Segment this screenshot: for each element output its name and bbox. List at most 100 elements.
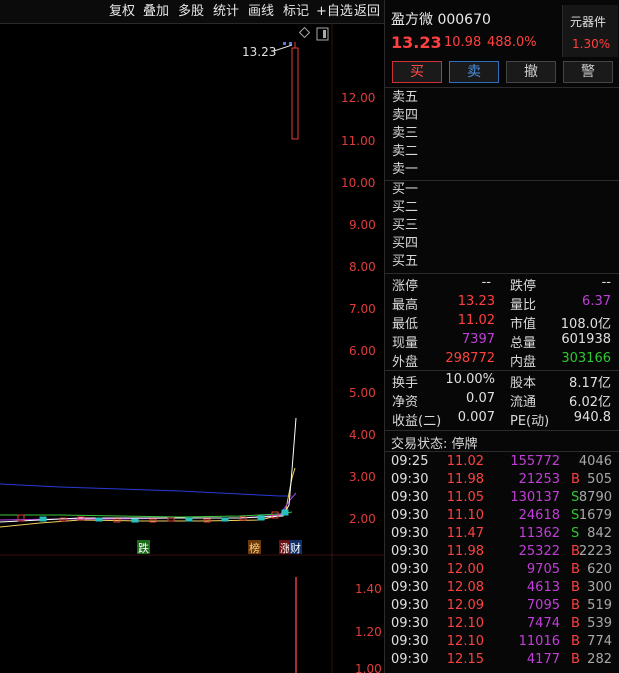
ma-line-green: [0, 511, 293, 518]
tick-time: 09:30: [391, 562, 429, 577]
limit-up-label: 涨停: [392, 279, 419, 294]
tick-volume: 155772: [510, 454, 560, 469]
event-marker-fall[interactable]: 跌: [137, 540, 150, 555]
tick-side: B: [571, 616, 580, 631]
candle: [257, 515, 265, 521]
tick-volume: 25322: [518, 544, 560, 559]
sector-name: 元器件: [570, 15, 607, 29]
y-tick-label: 7.00: [349, 302, 376, 316]
toolbar-restore-rights[interactable]: 复权: [109, 4, 135, 20]
toolbar-multi-stock[interactable]: 多股: [178, 4, 204, 20]
divider: [385, 451, 619, 452]
tick-row: 09:30 12.08 4613 B 300: [385, 580, 619, 598]
kline-chart[interactable]: 12.00 11.00 10.00 9.00 8.00 7.00 6.00 5.…: [0, 24, 384, 673]
divider: [385, 370, 619, 371]
toolbar-add-watchlist[interactable]: +自选: [316, 4, 353, 20]
tick-count: 282: [587, 652, 612, 667]
toolbar-statistics[interactable]: 统计: [213, 4, 239, 20]
tick-time: 09:30: [391, 616, 429, 631]
event-marker-list[interactable]: 榜: [248, 540, 261, 555]
quote-panel: 盈方微 000670 13.23 10.98 488.0% 元器件 1.30% …: [384, 0, 619, 673]
tick-side: B: [571, 598, 580, 613]
tick-count: 300: [587, 580, 612, 595]
low-label: 最低: [392, 317, 419, 332]
divider: [385, 180, 619, 181]
event-marker-finance[interactable]: 财: [289, 540, 302, 555]
y-tick-label: 8.00: [349, 260, 376, 274]
panel-toggle-icon[interactable]: [316, 27, 329, 41]
bid-2-label: 买二: [392, 200, 419, 215]
sector-box[interactable]: 元器件 1.30%: [562, 5, 618, 57]
candle: [59, 517, 67, 522]
equity-value: 8.17亿: [569, 376, 611, 391]
tick-volume: 130137: [510, 490, 560, 505]
tick-row: 09:30 11.98 21253 B 505: [385, 472, 619, 490]
sell-button[interactable]: 卖: [449, 61, 499, 83]
buy-button[interactable]: 买: [392, 61, 442, 83]
bid-4-label: 买四: [392, 236, 419, 251]
tick-side: B: [571, 634, 580, 649]
market-cap-label: 市值: [510, 317, 537, 332]
price-axis: 12.00 11.00 10.00 9.00 8.00 7.00 6.00 5.…: [341, 91, 376, 526]
stock-name-code: 盈方微 000670: [391, 12, 491, 28]
tick-price: 11.02: [446, 454, 484, 469]
ma-line-white: [0, 417, 297, 523]
tick-price: 11.47: [446, 526, 484, 541]
svg-text:财: 财: [290, 541, 301, 555]
ask-4-label: 卖四: [392, 108, 419, 123]
y-tick-label: 11.00: [341, 134, 375, 148]
toolbar-draw-line[interactable]: 画线: [248, 4, 274, 20]
cancel-order-button[interactable]: 撤: [506, 61, 556, 83]
tick-count: 8790: [578, 490, 612, 505]
outer-volume-label: 外盘: [392, 355, 419, 370]
limit-up-value: --: [481, 275, 491, 290]
tick-count: 505: [587, 472, 612, 487]
tick-price: 12.10: [446, 634, 484, 649]
y-tick-label: 4.00: [349, 428, 376, 442]
tick-count: 620: [587, 562, 612, 577]
y-tick-label: 6.00: [349, 344, 376, 358]
tick-price: 11.05: [446, 490, 484, 505]
tick-volume: 4613: [526, 580, 560, 595]
toolbar-overlay[interactable]: 叠加: [143, 4, 169, 20]
tick-row: 09:30 12.09 7095 B 519: [385, 598, 619, 616]
sector-change-pct: 1.30%: [572, 37, 611, 51]
current-volume-value: 7397: [461, 332, 495, 347]
bid-1-label: 买一: [392, 182, 419, 197]
tick-price: 11.10: [446, 508, 484, 523]
turnover-value: 10.00%: [445, 372, 495, 387]
diamond-icon[interactable]: [298, 26, 311, 39]
current-volume-label: 现量: [392, 336, 419, 351]
toolbar-mark[interactable]: 标记: [283, 4, 309, 20]
total-volume-label: 总量: [510, 336, 537, 351]
tick-row: 09:30 11.10 24618 S 1679: [385, 508, 619, 526]
tick-count: 774: [587, 634, 612, 649]
toolbar-back[interactable]: 返回: [354, 4, 380, 20]
tick-volume: 11016: [518, 634, 560, 649]
volume-axis: 1.40 1.20 1.00: [355, 582, 382, 673]
ma-line-blue: [0, 483, 292, 497]
tick-volume: 7095: [526, 598, 560, 613]
tick-row: 09:30 12.15 4177 B 282: [385, 652, 619, 670]
limit-up-candle[interactable]: [283, 42, 299, 140]
net-assets-label: 净资: [392, 395, 419, 410]
ask-2-label: 卖二: [392, 144, 419, 159]
float-shares-label: 流通: [510, 395, 537, 410]
alert-button[interactable]: 警: [563, 61, 613, 83]
candle: [185, 517, 193, 522]
candle: [39, 516, 47, 522]
tick-count: 4046: [578, 454, 612, 469]
tick-volume: 4177: [526, 652, 560, 667]
tick-volume: 24618: [518, 508, 560, 523]
ask-5-label: 卖五: [392, 90, 419, 105]
tick-time: 09:30: [391, 490, 429, 505]
tick-volume: 21253: [518, 472, 560, 487]
y-tick-label: 3.00: [349, 470, 376, 484]
divider: [385, 87, 619, 88]
tick-volume: 11362: [518, 526, 560, 541]
tick-volume: 7474: [526, 616, 560, 631]
y-tick-label: 10.00: [341, 176, 375, 190]
pe-value: 940.8: [573, 410, 611, 425]
trading-status: 交易状态: 停牌: [391, 437, 478, 452]
ma-line-purple: [0, 492, 297, 521]
